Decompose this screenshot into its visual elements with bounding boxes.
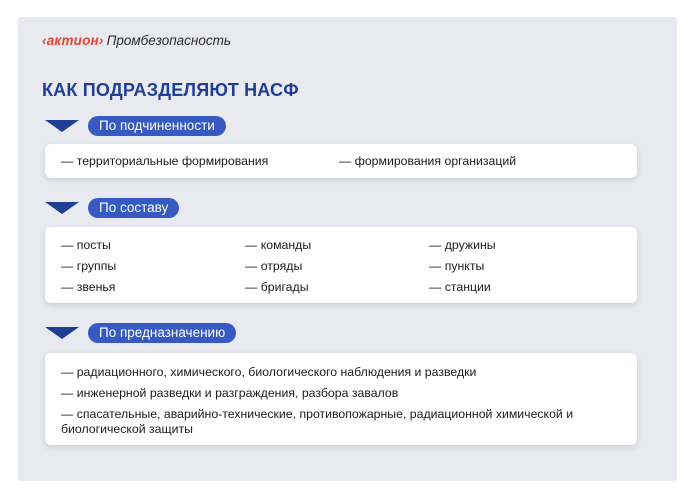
aktion-logo: ‹актион› Промбезопасность — [42, 33, 231, 48]
list-item: — звенья — [61, 280, 116, 294]
list-item: — спасательные, аварийно-технические, пр… — [61, 407, 574, 436]
list-item: — станции — [429, 280, 491, 294]
list-item: — бригады — [245, 280, 309, 294]
list-item: — радиационного, химического, биологичес… — [61, 365, 477, 379]
section-purpose-card: — радиационного, химического, биологичес… — [45, 353, 637, 445]
list-item: — отряды — [245, 259, 303, 273]
section-composition-card: — посты — группы — звенья — команды — от… — [45, 227, 637, 303]
triangle-marker-icon — [45, 327, 79, 339]
list-item: — территориальные формирования — [61, 154, 269, 168]
page-title: КАК ПОДРАЗДЕЛЯЮТ НАСФ — [42, 80, 299, 100]
section-subordination-label: По подчиненности — [88, 116, 226, 136]
section-subordination-card: — территориальные формирования — формиро… — [45, 144, 637, 178]
triangle-marker-icon — [45, 202, 79, 214]
section-composition-label: По составу — [88, 198, 180, 218]
list-item: — группы — [61, 259, 117, 273]
list-item: — пункты — [429, 259, 485, 273]
logo-subtitle: Промбезопасность — [106, 33, 231, 48]
list-item: — посты — [61, 238, 111, 252]
list-item: — дружины — [429, 238, 496, 252]
section-purpose-label: По предназначению — [88, 323, 237, 343]
list-item: — инженерной разведки и разграждения, ра… — [61, 386, 399, 400]
logo-brand: ‹актион› — [42, 33, 104, 48]
triangle-marker-icon — [45, 120, 79, 132]
list-item: — команды — [245, 238, 312, 252]
list-item: — формирования организаций — [339, 154, 517, 168]
